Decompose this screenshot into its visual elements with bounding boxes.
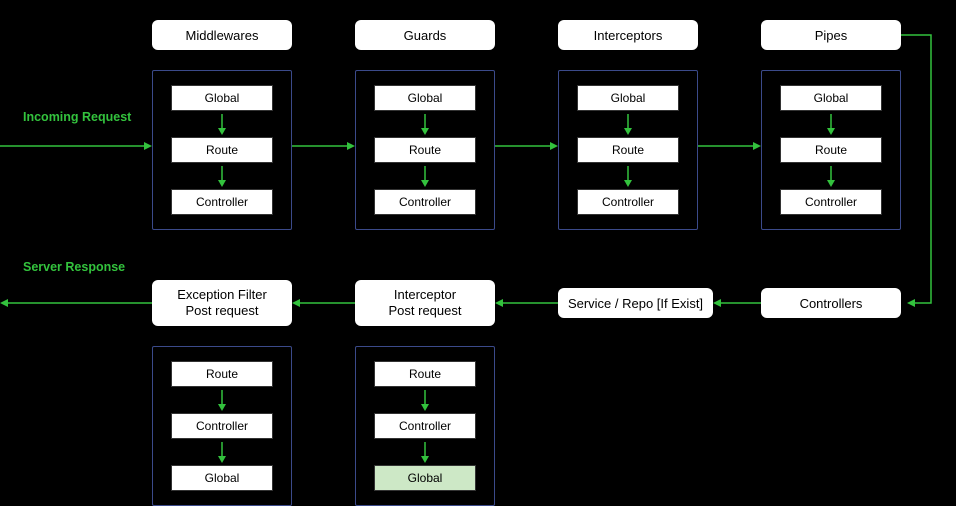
interceptor-post-controller: Controller (374, 413, 476, 439)
interceptors-route: Route (577, 137, 679, 163)
guards-controller: Controller (374, 189, 476, 215)
stage-interceptor-post: Interceptor Post request (355, 280, 495, 326)
arrow-service-to-interceptor-post (495, 293, 558, 313)
arrow-down-icon (171, 111, 273, 137)
pipes-controller: Controller (780, 189, 882, 215)
stage-pipes: Pipes (761, 20, 901, 50)
header-pipes: Pipes (761, 20, 901, 50)
arrow-down-icon (171, 163, 273, 189)
header-interceptor-post: Interceptor Post request (355, 280, 495, 326)
interceptors-global: Global (577, 85, 679, 111)
arrow-down-icon (374, 163, 476, 189)
interceptors-controller: Controller (577, 189, 679, 215)
header-exception-filter-l1: Exception Filter (177, 287, 267, 303)
arrow-down-icon (577, 111, 679, 137)
group-exception-filter: Route Controller Global (152, 346, 292, 506)
server-response-label: Server Response (23, 260, 125, 274)
group-pipes: Global Route Controller (761, 70, 901, 230)
stage-guards: Guards (355, 20, 495, 50)
pipes-route: Route (780, 137, 882, 163)
exception-filter-controller: Controller (171, 413, 273, 439)
guards-route: Route (374, 137, 476, 163)
arrow-response-out (0, 293, 152, 313)
header-controllers: Controllers (761, 288, 901, 318)
header-interceptor-post-l1: Interceptor (394, 287, 456, 303)
group-interceptor-post: Route Controller Global (355, 346, 495, 506)
middlewares-route: Route (171, 137, 273, 163)
header-exception-filter-l2: Post request (186, 303, 259, 319)
header-guards: Guards (355, 20, 495, 50)
header-service-repo: Service / Repo [If Exist] (558, 288, 713, 318)
header-exception-filter: Exception Filter Post request (152, 280, 292, 326)
guards-global: Global (374, 85, 476, 111)
arrow-down-icon (171, 439, 273, 465)
pipes-global: Global (780, 85, 882, 111)
arrow-incoming (0, 136, 152, 156)
incoming-request-label: Incoming Request (23, 110, 131, 124)
arrow-down-icon (374, 111, 476, 137)
group-interceptors: Global Route Controller (558, 70, 698, 230)
stage-controllers: Controllers (761, 288, 901, 318)
arrow-interceptor-post-to-exception (292, 293, 355, 313)
group-guards: Global Route Controller (355, 70, 495, 230)
arrow-down-icon (171, 387, 273, 413)
stage-service-repo: Service / Repo [If Exist] (558, 288, 713, 318)
arrow-interceptors-to-pipes (698, 136, 761, 156)
stage-middlewares: Middlewares (152, 20, 292, 50)
arrow-down-icon (780, 163, 882, 189)
arrow-controllers-to-service (713, 293, 761, 313)
stage-interceptors: Interceptors (558, 20, 698, 50)
exception-filter-global: Global (171, 465, 273, 491)
arrow-down-icon (577, 163, 679, 189)
group-middlewares: Global Route Controller (152, 70, 292, 230)
header-interceptors: Interceptors (558, 20, 698, 50)
stage-exception-filter: Exception Filter Post request (152, 280, 292, 326)
arrow-middlewares-to-guards (292, 136, 355, 156)
header-interceptor-post-l2: Post request (389, 303, 462, 319)
arrow-down-icon (780, 111, 882, 137)
middlewares-global: Global (171, 85, 273, 111)
interceptor-post-global: Global (374, 465, 476, 491)
exception-filter-route: Route (171, 361, 273, 387)
arrow-down-icon (374, 439, 476, 465)
interceptor-post-route: Route (374, 361, 476, 387)
arrow-guards-to-interceptors (495, 136, 558, 156)
arrow-pipes-to-controllers (901, 28, 956, 318)
header-middlewares: Middlewares (152, 20, 292, 50)
arrow-down-icon (374, 387, 476, 413)
middlewares-controller: Controller (171, 189, 273, 215)
